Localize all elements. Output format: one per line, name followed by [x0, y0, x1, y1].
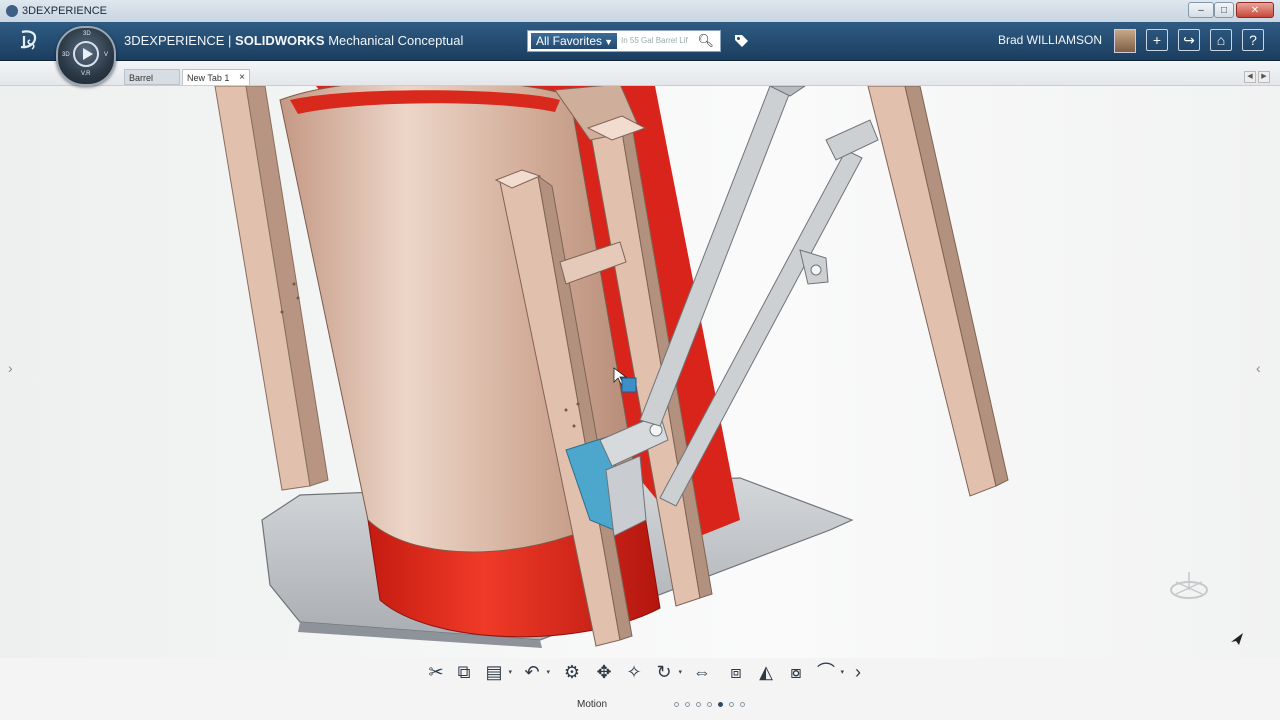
mate-icon[interactable]: ⧈	[724, 660, 748, 684]
cut-icon[interactable]: ✂	[424, 660, 448, 684]
section-dot[interactable]	[674, 702, 679, 707]
paste-icon[interactable]: ▤ ▾	[482, 660, 512, 684]
section-icon[interactable]: ◭	[754, 660, 778, 684]
barrel-lifter-model[interactable]	[0, 86, 1280, 658]
app-icon	[6, 5, 18, 17]
compass-widget[interactable]: 3D 3D V V.R	[56, 26, 116, 86]
section-dot[interactable]	[707, 702, 712, 707]
copy-icon[interactable]: ⧉	[452, 660, 476, 684]
window-title-bar: 3DEXPERIENCE – □ ✕	[0, 0, 1280, 23]
tab-bar: Barrel Lifter New Tab 1 ×	[0, 61, 1280, 99]
maximize-button[interactable]: □	[1214, 2, 1234, 18]
3d-viewport[interactable]: › ‹	[0, 86, 1280, 658]
close-icon[interactable]: ×	[239, 70, 245, 86]
app-brand: SOLIDWORKS	[235, 33, 325, 48]
tab-scroll-left-icon[interactable]: ◀	[1244, 71, 1256, 83]
tab-barrel-lifter[interactable]: Barrel Lifter	[124, 69, 180, 99]
settings-gear-icon[interactable]: ⚙	[560, 660, 584, 684]
tab-label: New Tab 1	[187, 73, 230, 83]
share-button[interactable]: ↪	[1178, 29, 1200, 51]
window-title: 3DEXPERIENCE	[22, 5, 107, 17]
distance-icon[interactable]: ⇔	[690, 660, 714, 684]
search-input[interactable]: In 55 Gal Barrel Lif	[621, 36, 688, 45]
plot-icon[interactable]: ⌒ ▾	[814, 660, 844, 684]
drag-icon[interactable]: ↻ ▾	[652, 660, 682, 684]
help-button[interactable]: ?	[1242, 29, 1264, 51]
action-bar-section-label: Motion	[577, 699, 608, 710]
interference-icon[interactable]: ⧇	[784, 660, 808, 684]
minimize-button[interactable]: –	[1188, 2, 1214, 18]
avatar[interactable]	[1114, 29, 1136, 53]
tag-icon[interactable]	[733, 33, 749, 52]
app-name: 3DEXPERIENCE | SOLIDWORKS Mechanical Con…	[124, 33, 463, 48]
ds-logo-icon	[20, 30, 37, 50]
section-dot[interactable]	[696, 702, 701, 707]
chevron-down-icon[interactable]: ▾	[508, 661, 512, 685]
chevron-down-icon[interactable]: ▾	[840, 661, 844, 685]
action-bar: ✂ ⧉ ▤ ▾ ↶ ▾ ⚙ ✥ ✧ ↻ ▾ ⇔ ⧈ ◭ ⧇ ⌒ ▾ › Motion	[0, 658, 1280, 720]
section-dot[interactable]	[685, 702, 690, 707]
compass-label-right: V	[104, 52, 109, 58]
ds-logo[interactable]	[16, 28, 42, 57]
compass-label-bottom: V.R	[81, 71, 91, 77]
search-bar: All Favorites ▼ In 55 Gal Barrel Lif 🔍︎	[527, 30, 721, 52]
undo-icon[interactable]: ↶ ▾	[520, 660, 550, 684]
tab-new-tab-1[interactable]: New Tab 1 ×	[182, 69, 250, 85]
user-name[interactable]: Brad WILLIAMSON	[998, 33, 1102, 47]
right-panel-toggle-icon[interactable]: ‹	[1256, 360, 1261, 376]
chevron-down-icon[interactable]: ▾	[678, 661, 682, 685]
rotate-icon[interactable]: ✧	[622, 660, 646, 684]
app-prefix: 3DEXPERIENCE |	[124, 33, 236, 48]
move-icon[interactable]: ✥	[592, 660, 616, 684]
resize-corner-icon[interactable]	[1230, 632, 1244, 646]
chevron-down-icon: ▼	[604, 37, 613, 47]
search-scope-dropdown[interactable]: All Favorites ▼	[531, 33, 617, 49]
search-scope-label: All Favorites	[536, 34, 603, 48]
orientation-compass-icon[interactable]	[1166, 566, 1212, 602]
search-icon[interactable]: 🔍︎	[697, 33, 714, 49]
left-panel-toggle-icon[interactable]: ›	[8, 360, 13, 376]
add-button[interactable]: +	[1146, 29, 1168, 51]
app-header: 3DEXPERIENCE | SOLIDWORKS Mechanical Con…	[0, 22, 1280, 61]
home-button[interactable]: ⌂	[1210, 29, 1232, 51]
compass-label-top: 3D	[83, 31, 91, 37]
app-suffix: Mechanical Conceptual	[324, 33, 464, 48]
play-icon[interactable]	[73, 41, 99, 67]
close-window-button[interactable]: ✕	[1236, 2, 1274, 18]
section-dot[interactable]	[740, 702, 745, 707]
chevron-down-icon[interactable]: ▾	[546, 661, 550, 685]
section-dot[interactable]	[729, 702, 734, 707]
tab-scroll-right-icon[interactable]: ▶	[1258, 71, 1270, 83]
more-icon[interactable]: ›	[846, 660, 870, 684]
compass-label-left: 3D	[62, 52, 70, 58]
section-dot[interactable]	[718, 702, 723, 707]
